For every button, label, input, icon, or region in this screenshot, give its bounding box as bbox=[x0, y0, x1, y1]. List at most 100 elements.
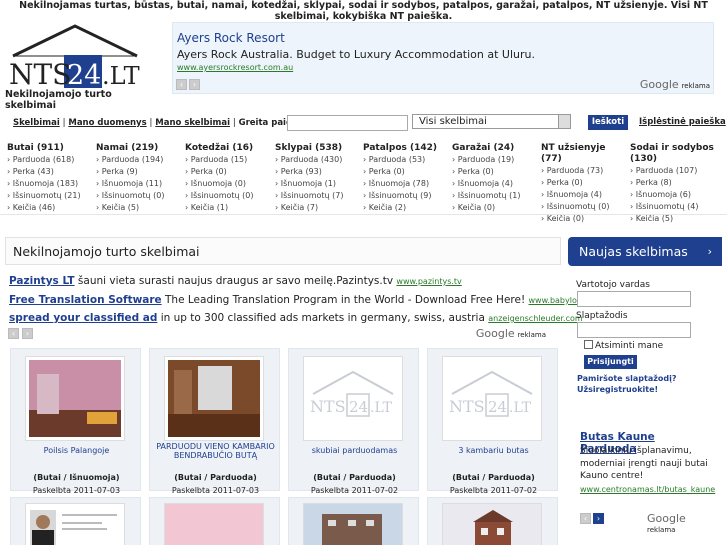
category-link[interactable]: Perka (9) bbox=[96, 166, 181, 178]
forgot-password-link[interactable]: Pamiršote slaptažodį? bbox=[577, 374, 676, 383]
category-link[interactable]: Parduoda (194) bbox=[96, 154, 181, 166]
text-ad[interactable]: Free Translation Software The Leading Tr… bbox=[9, 291, 602, 310]
category-link[interactable]: Keičia (7) bbox=[275, 202, 360, 214]
category-heading[interactable]: Sodai ir sodybos (130) bbox=[630, 143, 725, 165]
category-heading[interactable]: Kotedžai (16) bbox=[185, 143, 270, 154]
listing-photo[interactable]: NTS 24 .LT bbox=[303, 356, 403, 441]
listing-title[interactable]: skubiai parduodamas bbox=[289, 446, 420, 455]
search-input[interactable] bbox=[287, 115, 408, 131]
register-link[interactable]: Užsiregistruokite! bbox=[577, 385, 658, 394]
ad-prev-arrow-icon[interactable]: ‹ bbox=[176, 79, 187, 90]
listing-photo[interactable] bbox=[25, 503, 125, 545]
category-link[interactable]: Išnuomoja (78) bbox=[363, 178, 448, 190]
text-ad-title[interactable]: spread your classified ad bbox=[9, 312, 157, 324]
remember-checkbox[interactable] bbox=[584, 340, 593, 349]
category-link[interactable]: Parduoda (19) bbox=[452, 154, 537, 166]
category-link[interactable]: Parduoda (73) bbox=[541, 165, 626, 177]
new-listing-button[interactable]: Naujas skelbimas › bbox=[568, 237, 722, 266]
category-link[interactable]: Parduoda (107) bbox=[630, 165, 725, 177]
category-link[interactable]: Išsinuomotų (21) bbox=[7, 190, 92, 202]
ad-url[interactable]: www.ayersrockresort.com.au bbox=[177, 63, 293, 72]
category-link[interactable]: Išnuomoja (11) bbox=[96, 178, 181, 190]
category-link[interactable]: Keičia (46) bbox=[7, 202, 92, 214]
listing-card[interactable] bbox=[427, 497, 558, 545]
category-link[interactable]: Perka (43) bbox=[7, 166, 92, 178]
listing-photo[interactable] bbox=[303, 503, 403, 545]
category-link[interactable]: Išsinuomotų (9) bbox=[363, 190, 448, 202]
category-link[interactable]: Išnuomoja (4) bbox=[452, 178, 537, 190]
category-link[interactable]: Išnuomoja (183) bbox=[7, 178, 92, 190]
category-link[interactable]: Išsinuomotų (7) bbox=[275, 190, 360, 202]
category-heading[interactable]: Butai (911) bbox=[7, 143, 92, 154]
listing-photo[interactable] bbox=[164, 503, 264, 545]
listing-card[interactable]: Poilsis Palangoje (Butai / Išnuomoja) Pask… bbox=[10, 348, 142, 495]
text-ad-title[interactable]: Free Translation Software bbox=[9, 294, 162, 306]
ad-next-arrow-icon[interactable]: › bbox=[593, 513, 604, 524]
listing-card[interactable] bbox=[149, 497, 280, 545]
google-ads-label[interactable]: Google reklama bbox=[640, 78, 710, 91]
category-link[interactable]: Išsinuomotų (0) bbox=[185, 190, 270, 202]
category-link[interactable]: Perka (8) bbox=[630, 177, 725, 189]
category-link[interactable]: Parduoda (618) bbox=[7, 154, 92, 166]
ad-next-arrow-icon[interactable]: › bbox=[189, 79, 200, 90]
listing-photo[interactable]: NTS 24 .LT bbox=[442, 356, 542, 441]
category-link[interactable]: Keičia (1) bbox=[185, 202, 270, 214]
ad-next-arrow-icon[interactable]: › bbox=[22, 328, 33, 339]
category-heading[interactable]: Namai (219) bbox=[96, 143, 181, 154]
listing-card[interactable] bbox=[288, 497, 419, 545]
advanced-search-link[interactable]: Išplėstinė paieška bbox=[639, 117, 726, 127]
chevron-down-icon[interactable] bbox=[558, 115, 570, 128]
sidebar-ad-url[interactable]: www.centronamas.lt/butas_kaune bbox=[580, 485, 715, 494]
listing-photo[interactable] bbox=[442, 503, 542, 545]
category-link[interactable]: Parduoda (15) bbox=[185, 154, 270, 166]
username-input[interactable] bbox=[577, 291, 691, 307]
top-ad-banner[interactable]: Ayers Rock Resort Ayers Rock Australia. … bbox=[172, 22, 714, 94]
category-heading[interactable]: Garažai (24) bbox=[452, 143, 537, 154]
category-link[interactable]: Perka (0) bbox=[363, 166, 448, 178]
category-link[interactable]: Išnuomoja (4) bbox=[541, 189, 626, 201]
listing-card[interactable]: PARDUODU VIENO KAMBARIO BENDRABUČIO BUTĄ… bbox=[149, 348, 281, 495]
category-link[interactable]: Perka (93) bbox=[275, 166, 360, 178]
listing-photo[interactable] bbox=[164, 356, 264, 441]
category-link[interactable]: Išnuomoja (1) bbox=[275, 178, 360, 190]
login-button[interactable]: Prisijungti bbox=[584, 355, 637, 369]
listing-card[interactable]: NTS 24 .LT 3 kambariu butas (Butai / Parduod… bbox=[427, 348, 559, 495]
ad-prev-arrow-icon[interactable]: ‹ bbox=[8, 328, 19, 339]
ad-title[interactable]: Ayers Rock Resort bbox=[177, 31, 285, 45]
category-select[interactable]: Visi skelbimai bbox=[412, 114, 571, 129]
nav-skelbimai[interactable]: Skelbimai bbox=[13, 118, 60, 128]
category-heading[interactable]: Patalpos (142) bbox=[363, 143, 448, 154]
text-ad-title[interactable]: Pazintys LT bbox=[9, 275, 75, 287]
listing-title[interactable]: PARDUODU VIENO KAMBARIO BENDRABUČIO BUTĄ bbox=[150, 442, 281, 460]
nav-mano-duomenys[interactable]: Mano duomenys bbox=[68, 118, 146, 128]
category-link[interactable]: Perka (0) bbox=[452, 166, 537, 178]
search-button[interactable]: Ieškoti bbox=[588, 115, 628, 130]
text-ad[interactable]: Pazintys LT šauni vieta surasti naujus d… bbox=[9, 272, 462, 291]
password-input[interactable] bbox=[577, 322, 691, 338]
listing-title[interactable]: 3 kambariu butas bbox=[428, 446, 559, 455]
category-link[interactable]: Išnuomoja (0) bbox=[185, 178, 270, 190]
category-link[interactable]: Parduoda (430) bbox=[275, 154, 360, 166]
listing-title[interactable]: Poilsis Palangoje bbox=[11, 446, 142, 455]
text-ad-url[interactable]: www.pazintys.tv bbox=[396, 277, 461, 286]
sidebar-ad[interactable]: Butas Kaune Parduoda Šiuolaikiniu išplan… bbox=[576, 412, 715, 535]
category-link[interactable]: Išsinuomotų (4) bbox=[630, 201, 725, 213]
category-link[interactable]: Išsinuomotų (0) bbox=[541, 201, 626, 213]
nav-mano-skelbimai[interactable]: Mano skelbimai bbox=[155, 118, 230, 128]
listing-card[interactable]: NTS 24 .LT skubiai parduodamas (Butai / Pard… bbox=[288, 348, 420, 495]
category-heading[interactable]: Sklypai (538) bbox=[275, 143, 360, 154]
listing-photo[interactable] bbox=[25, 356, 125, 441]
category-link[interactable]: Išsinuomotų (0) bbox=[96, 190, 181, 202]
google-ads-label[interactable]: Google reklama bbox=[476, 327, 546, 340]
category-link[interactable]: Perka (0) bbox=[185, 166, 270, 178]
category-heading[interactable]: NT užsienyje (77) bbox=[541, 143, 626, 165]
category-link[interactable]: Keičia (0) bbox=[452, 202, 537, 214]
category-link[interactable]: Parduoda (53) bbox=[363, 154, 448, 166]
listing-card[interactable] bbox=[10, 497, 141, 545]
category-link[interactable]: Perka (0) bbox=[541, 177, 626, 189]
ad-prev-arrow-icon[interactable]: ‹ bbox=[580, 513, 591, 524]
category-link[interactable]: Išnuomoja (6) bbox=[630, 189, 725, 201]
google-ads-label[interactable]: Google reklama bbox=[647, 512, 712, 535]
text-ad[interactable]: spread your classified ad in up to 300 c… bbox=[9, 309, 583, 328]
category-link[interactable]: Išsinuomotų (1) bbox=[452, 190, 537, 202]
